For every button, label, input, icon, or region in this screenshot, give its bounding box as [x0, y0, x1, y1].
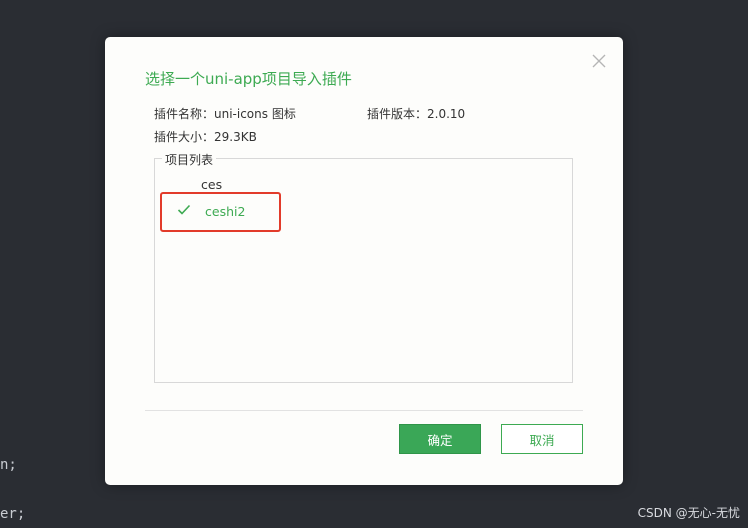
close-icon[interactable] — [591, 53, 607, 69]
checkmark-icon — [177, 203, 191, 215]
project-list-label: 项目列表 — [162, 151, 217, 168]
csdn-watermark: CSDN @无心-无忧 — [637, 506, 740, 520]
plugin-size: 插件大小：29.3KB — [154, 130, 257, 144]
import-plugin-dialog: 选择一个uni-app项目导入插件 插件名称：uni-icons 图标 插件版本… — [105, 37, 623, 485]
dialog-title: 选择一个uni-app项目导入插件 — [145, 70, 352, 88]
cancel-button[interactable]: 取消 — [501, 424, 583, 454]
plugin-version: 插件版本：2.0.10 — [367, 107, 466, 121]
code-line: er; — [0, 506, 26, 522]
project-list: 项目列表 ces ceshi2 — [154, 151, 573, 383]
project-item-ces[interactable]: ces — [201, 177, 222, 192]
code-line: n; — [0, 457, 17, 473]
plugin-name: 插件名称：uni-icons 图标 — [154, 107, 296, 121]
footer-divider — [145, 410, 583, 411]
project-item-ceshi2[interactable]: ceshi2 — [205, 204, 245, 219]
confirm-button[interactable]: 确定 — [399, 424, 481, 454]
